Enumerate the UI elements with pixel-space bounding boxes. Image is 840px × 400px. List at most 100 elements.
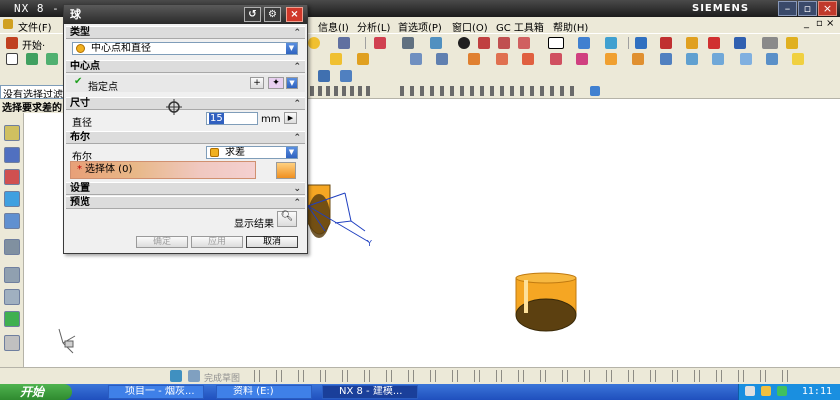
minimize-doc-icon[interactable]: _ [804, 18, 809, 29]
section-preview-header[interactable]: 预览 ⌃ [66, 196, 305, 209]
select-tool-icon[interactable] [338, 37, 350, 49]
select-body-field[interactable]: * 选择体 (0) [70, 161, 256, 179]
layer-combo[interactable] [548, 37, 564, 49]
menu-gc-toolbox[interactable]: GC 工具箱 [496, 19, 544, 34]
revolve-icon[interactable] [46, 53, 58, 65]
apply-button[interactable]: 应用 [191, 236, 243, 248]
task-item-explorer[interactable]: 资料 (E:) [216, 385, 312, 399]
line-icon[interactable] [340, 70, 352, 82]
sketch-task-icon[interactable] [170, 370, 182, 382]
feature-icon[interactable] [660, 37, 672, 49]
restore-window-button[interactable]: ▫ [798, 1, 817, 16]
hole-icon[interactable] [410, 53, 422, 65]
sketch-icon[interactable] [6, 53, 18, 65]
chamfer-icon[interactable] [632, 53, 644, 65]
view-right-icon[interactable] [518, 37, 530, 49]
quick-pick-icon[interactable] [590, 86, 600, 96]
view-front-icon[interactable] [478, 37, 490, 49]
sphere-tool-icon[interactable] [308, 37, 320, 49]
split-body-icon[interactable] [576, 53, 588, 65]
constraint-navigator-icon[interactable] [4, 147, 20, 163]
dialog-title-bar[interactable]: 球 ↺ ⚙ × [64, 5, 307, 24]
menu-file[interactable]: 文件(F) [18, 19, 52, 34]
unite-icon[interactable] [468, 53, 480, 65]
select-body-cube-icon[interactable] [276, 162, 296, 179]
measure-icon[interactable] [734, 37, 746, 49]
shading-icon[interactable] [458, 37, 470, 49]
edge-blend-icon[interactable] [605, 53, 617, 65]
collapse-chevron-icon[interactable]: ⌃ [293, 98, 301, 110]
boss-icon[interactable] [436, 53, 448, 65]
close-window-button[interactable]: × [818, 1, 837, 16]
selection-filter-field[interactable]: 没有选择过滤 [0, 85, 70, 99]
task-item-project[interactable]: 项目一 - 烟灰... [108, 385, 204, 399]
system-scenes-icon[interactable] [4, 335, 20, 351]
inferred-point-icon[interactable]: ✦ [268, 77, 284, 89]
type-select[interactable]: 中心点和直径 ▼ [72, 42, 298, 55]
assembly-navigator-icon[interactable] [4, 125, 20, 141]
boolean-select[interactable]: 求差 ▼ [206, 146, 298, 159]
extrude-icon[interactable] [26, 53, 38, 65]
chevron-down-icon[interactable]: ▼ [286, 43, 297, 54]
selection-filter-icons[interactable] [400, 86, 580, 96]
sketch-curve-icons[interactable] [254, 370, 794, 382]
curve-icon[interactable] [318, 70, 330, 82]
menu-info[interactable]: 信息(I) [318, 19, 349, 34]
part-navigator-icon[interactable] [4, 169, 20, 185]
collapse-chevron-icon[interactable]: ⌃ [293, 61, 301, 73]
render-style-icon[interactable] [430, 37, 442, 49]
dialog-settings-button[interactable]: ⚙ [264, 7, 281, 22]
web-browser-icon[interactable] [4, 239, 20, 255]
menu-window[interactable]: 窗口(O) [452, 19, 488, 34]
hd3d-tools-icon[interactable] [4, 213, 20, 229]
dialog-reset-button[interactable]: ↺ [244, 7, 261, 22]
roles-icon[interactable] [4, 311, 20, 327]
point-options-dropdown[interactable]: ▼ [286, 77, 298, 89]
menu-help[interactable]: 帮助(H) [553, 19, 588, 34]
ok-button[interactable]: 确定 [136, 236, 188, 248]
move-object-icon[interactable] [635, 37, 647, 49]
start-menu[interactable]: 开始· [22, 37, 45, 52]
diameter-options-button[interactable]: ▶ [284, 112, 297, 124]
view-top-icon[interactable] [498, 37, 510, 49]
start-button[interactable]: 开始 [0, 384, 72, 400]
dialog-close-button[interactable]: × [286, 7, 303, 22]
snap-tool-icon[interactable] [374, 37, 386, 49]
tray-network-icon[interactable] [745, 386, 755, 396]
section-type-header[interactable]: 类型 ⌃ [66, 26, 305, 39]
history-icon[interactable] [4, 267, 20, 283]
specify-point-row[interactable]: ✔ 指定点 + ✦ ▼ [66, 75, 305, 93]
trim-body-icon[interactable] [550, 53, 562, 65]
block-icon[interactable] [330, 53, 342, 65]
cylinder-body-2[interactable] [515, 272, 577, 332]
section-size-header[interactable]: 尺寸 ⌃ [66, 97, 305, 110]
start-icon[interactable] [6, 37, 18, 49]
delete-feature-icon[interactable] [708, 37, 720, 49]
tray-volume-icon[interactable] [761, 386, 771, 396]
close-doc-icon[interactable]: × [826, 18, 834, 29]
section-center-header[interactable]: 中心点 ⌃ [66, 60, 305, 73]
thread-icon[interactable] [792, 53, 804, 65]
analysis-icon[interactable] [762, 37, 778, 49]
diameter-input[interactable]: 15 [206, 112, 258, 125]
draft-icon[interactable] [686, 53, 698, 65]
restore-doc-icon[interactable]: ▫ [816, 18, 823, 29]
expand-chevron-icon[interactable]: ⌄ [293, 183, 301, 195]
intersect-icon[interactable] [522, 53, 534, 65]
finish-sketch-icon[interactable] [188, 370, 200, 382]
menu-preferences[interactable]: 首选项(P) [398, 19, 442, 34]
collapse-chevron-icon[interactable]: ⌃ [293, 27, 301, 39]
fit-view-icon[interactable] [402, 37, 414, 49]
snap-point-icons[interactable] [310, 86, 370, 96]
subtract-icon[interactable] [496, 53, 508, 65]
section-settings-header[interactable]: 设置 ⌄ [66, 182, 305, 195]
minimize-window-button[interactable]: – [778, 1, 797, 16]
menu-analysis[interactable]: 分析(L) [357, 19, 390, 34]
cancel-button[interactable]: 取消 [246, 236, 298, 248]
chevron-down-icon[interactable]: ▼ [286, 147, 297, 158]
synchronous-icon[interactable] [786, 37, 798, 49]
offset-face-icon[interactable] [766, 53, 778, 65]
shell-icon[interactable] [660, 53, 672, 65]
collapse-chevron-icon[interactable]: ⌃ [293, 197, 301, 209]
finish-sketch-label[interactable]: 完成草图 [204, 371, 240, 384]
